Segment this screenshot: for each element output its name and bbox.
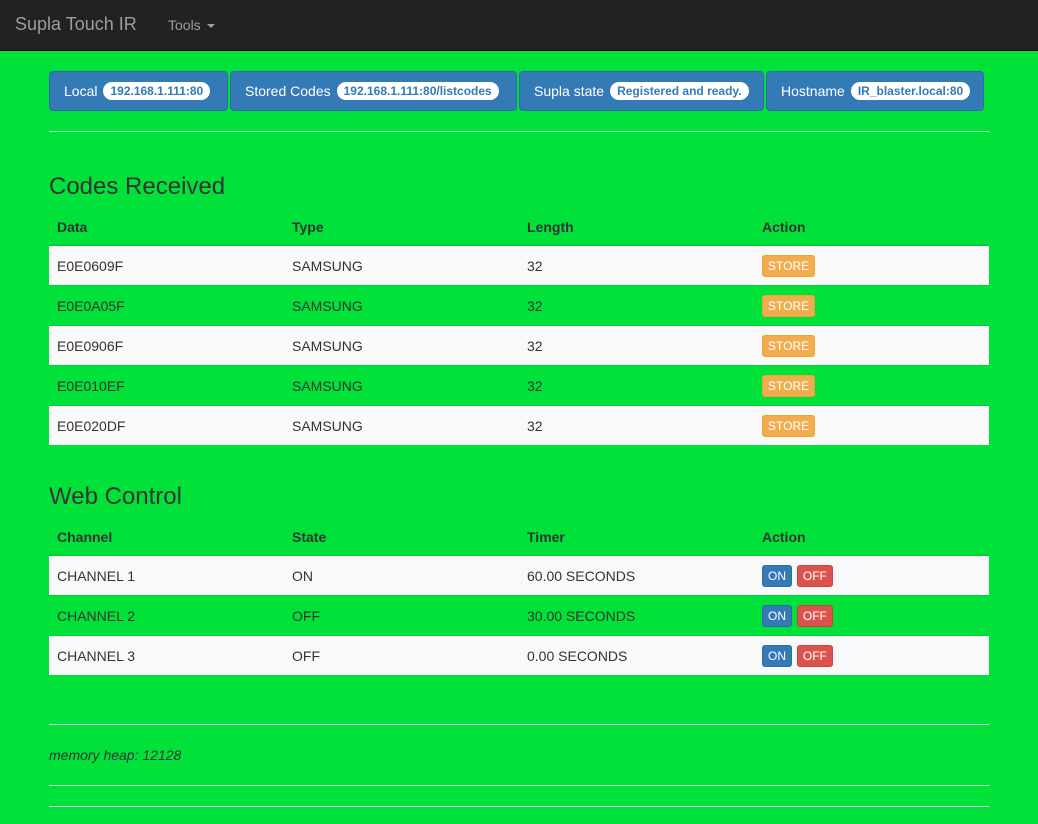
header-action: Action [754,210,989,246]
tools-dropdown[interactable]: Tools [168,17,215,33]
on-button[interactable]: ON [762,564,792,587]
header-length: Length [519,210,754,246]
off-button[interactable]: OFF [796,604,833,627]
channel-state: OFF [284,595,519,636]
table-row: E0E0A05F SAMSUNG 32 STORE [49,285,989,326]
divider [49,131,989,132]
table-row: CHANNEL 3 OFF 0.00 SECONDS ON OFF [49,635,989,675]
brand-link[interactable]: Supla Touch IR [15,14,137,35]
header-channel: Channel [49,520,284,556]
local-badge: 192.168.1.111:80 [103,82,211,100]
code-data: E0E020DF [49,405,284,445]
stored-codes-badge: 192.168.1.111:80/listcodes [336,82,499,100]
header-action: Action [754,520,989,556]
web-control-table: Channel State Timer Action CHANNEL 1 ON … [49,520,989,675]
code-action-cell: STORE [754,244,989,286]
table-row: CHANNEL 1 ON 60.00 SECONDS ON OFF [49,554,989,596]
table-row: CHANNEL 2 OFF 30.00 SECONDS ON OFF [49,595,989,636]
divider [49,785,989,786]
code-type: SAMSUNG [284,244,519,286]
table-row: E0E0609F SAMSUNG 32 STORE [49,244,989,286]
hostname-badge: IR_blaster.local:80 [850,82,971,100]
supla-state-button[interactable]: Supla state Registered and ready. [519,71,764,111]
channel-action-cell: ON OFF [754,595,989,636]
supla-state-badge: Registered and ready. [610,82,749,100]
store-button[interactable]: STORE [762,254,816,277]
channel-name: CHANNEL 3 [49,635,284,675]
codes-received-title: Codes Received [49,173,226,200]
code-action-cell: STORE [754,405,989,445]
channel-timer: 30.00 SECONDS [519,595,754,636]
header-state: State [284,520,519,556]
code-length: 32 [519,405,754,445]
table-row: E0E0906F SAMSUNG 32 STORE [49,325,989,366]
chevron-down-icon [206,24,215,29]
off-button[interactable]: OFF [796,564,833,587]
code-data: E0E010EF [49,365,284,406]
code-length: 32 [519,365,754,406]
off-button[interactable]: OFF [796,644,833,667]
store-button[interactable]: STORE [762,334,816,357]
stored-codes-button[interactable]: Stored Codes 192.168.1.111:80/listcodes [230,71,517,111]
header-data: Data [49,210,284,246]
web-control-header-row: Channel State Timer Action [49,520,989,556]
channel-name: CHANNEL 2 [49,595,284,636]
channel-action-cell: ON OFF [754,554,989,596]
code-action-cell: STORE [754,285,989,326]
code-type: SAMSUNG [284,285,519,326]
hostname-label: Hostname [781,83,845,99]
code-data: E0E0609F [49,244,284,286]
store-button[interactable]: STORE [762,414,816,437]
web-control-title: Web Control [49,483,182,510]
navbar: Supla Touch IR Tools [0,0,1038,51]
store-button[interactable]: STORE [762,374,816,397]
tools-label: Tools [168,17,201,33]
code-action-cell: STORE [754,325,989,366]
code-type: SAMSUNG [284,405,519,445]
table-row: E0E020DF SAMSUNG 32 STORE [49,405,989,445]
code-length: 32 [519,285,754,326]
code-length: 32 [519,325,754,366]
channel-name: CHANNEL 1 [49,554,284,596]
stored-codes-label: Stored Codes [245,83,331,99]
channel-timer: 60.00 SECONDS [519,554,754,596]
codes-header-row: Data Type Length Action [49,210,989,246]
code-length: 32 [519,244,754,286]
memory-heap-text: memory heap: 12128 [49,747,182,763]
header-timer: Timer [519,520,754,556]
supla-state-label: Supla state [534,83,605,99]
store-button[interactable]: STORE [762,294,816,317]
on-button[interactable]: ON [762,604,792,627]
divider [49,806,989,807]
codes-table: Data Type Length Action E0E0609F SAMSUNG… [49,210,989,445]
header-type: Type [284,210,519,246]
channel-state: ON [284,554,519,596]
local-button[interactable]: Local 192.168.1.111:80 [49,71,228,111]
divider [49,724,989,725]
table-row: E0E010EF SAMSUNG 32 STORE [49,365,989,406]
on-button[interactable]: ON [762,644,792,667]
channel-timer: 0.00 SECONDS [519,635,754,675]
local-label: Local [64,83,98,99]
hostname-button[interactable]: Hostname IR_blaster.local:80 [766,71,984,111]
code-type: SAMSUNG [284,325,519,366]
channel-action-cell: ON OFF [754,635,989,675]
code-action-cell: STORE [754,365,989,406]
code-type: SAMSUNG [284,365,519,406]
code-data: E0E0906F [49,325,284,366]
code-data: E0E0A05F [49,285,284,326]
channel-state: OFF [284,635,519,675]
